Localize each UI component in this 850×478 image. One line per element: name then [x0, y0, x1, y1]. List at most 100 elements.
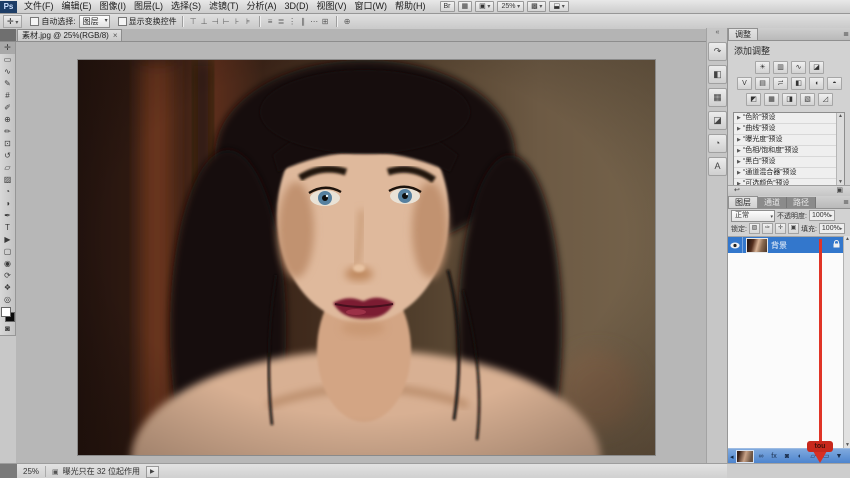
3d-orbit-tool-button[interactable]: ⟳	[0, 270, 15, 282]
fill-value[interactable]: 100%	[819, 223, 845, 234]
lock-all-icon[interactable]: ▣	[788, 223, 799, 234]
zoom-tool-button[interactable]: ◎	[0, 294, 15, 306]
lock-image-pixels-icon[interactable]: ✑	[762, 223, 773, 234]
launch-bridge-button[interactable]: Br	[440, 1, 455, 12]
menu-layer[interactable]: 图层(L)	[130, 0, 167, 13]
swatches-panel-icon[interactable]: ▦	[708, 88, 727, 107]
distribute-top-button[interactable]: ≡	[265, 17, 276, 26]
curves-icon[interactable]: ∿	[791, 61, 806, 74]
menu-edit[interactable]: 编辑(E)	[58, 0, 96, 13]
auto-select-checkbox[interactable]: 自动选择:	[30, 16, 75, 27]
return-arrow-icon[interactable]: ↩	[734, 187, 740, 194]
checkbox-icon[interactable]	[30, 17, 39, 26]
arrange-documents-button[interactable]: ▣	[475, 1, 494, 12]
distribute-bottom-button[interactable]: ⋮	[287, 17, 298, 26]
clone-stamp-tool-button[interactable]: ⊡	[0, 138, 15, 150]
align-top-button[interactable]: ⊤	[188, 17, 199, 26]
rectangle-tool-button[interactable]: ▢	[0, 246, 15, 258]
align-bottom-button[interactable]: ⊣	[210, 17, 221, 26]
menu-select[interactable]: 选择(S)	[167, 0, 205, 13]
menu-window[interactable]: 窗口(W)	[351, 0, 392, 13]
expand-triangle-icon[interactable]: ▶	[737, 170, 741, 176]
brightness-contrast-icon[interactable]: ☀	[755, 61, 770, 74]
expand-triangle-icon[interactable]: ▶	[737, 126, 741, 132]
panel-menu-icon[interactable]: ≣	[843, 198, 849, 206]
auto-select-scope-dropdown[interactable]: 图层	[79, 15, 110, 28]
brush-tool-button[interactable]: ✏	[0, 126, 15, 138]
scroll-up-icon[interactable]: ▲	[837, 113, 844, 119]
close-tab-icon[interactable]: ×	[113, 30, 118, 41]
spot-healing-brush-tool-button[interactable]: ⊕	[0, 114, 15, 126]
3d-rotate-tool-button[interactable]: ◉	[0, 258, 15, 270]
workspace-button[interactable]: ⬓	[549, 1, 568, 12]
color-panel-icon[interactable]: ◧	[708, 65, 727, 84]
expand-dock-icon[interactable]: «	[707, 28, 728, 38]
layers-scrollbar[interactable]: ▲ ▼	[843, 236, 850, 448]
color-swatches[interactable]	[0, 306, 15, 323]
document-tab[interactable]: 素材.jpg @ 25%(RGB/8) ×	[17, 29, 122, 41]
preset-levels[interactable]: ▶“色阶”预设	[734, 113, 844, 124]
foreground-color-swatch[interactable]	[1, 307, 11, 317]
layer-row-background[interactable]: 背景	[728, 237, 844, 253]
menu-help[interactable]: 帮助(H)	[391, 0, 430, 13]
visibility-toggle[interactable]	[728, 237, 743, 253]
character-panel-icon[interactable]: A	[708, 157, 727, 176]
lock-transparent-pixels-icon[interactable]: ▨	[749, 223, 760, 234]
panel-menu-icon[interactable]: ≣	[843, 30, 849, 38]
layer-thumbnail[interactable]	[746, 238, 768, 253]
align-vertical-center-button[interactable]: ⊥	[199, 17, 210, 26]
invert-icon[interactable]: ◩	[746, 93, 761, 106]
menu-analysis[interactable]: 分析(A)	[243, 0, 281, 13]
eyedropper-tool-button[interactable]: ✐	[0, 102, 15, 114]
gradient-tool-button[interactable]: ▨	[0, 174, 15, 186]
rectangular-marquee-tool-button[interactable]: ▭	[0, 54, 15, 66]
distribute-right-button[interactable]: ⊞	[320, 17, 331, 26]
tab-paths[interactable]: 路径	[787, 197, 816, 208]
status-options-button[interactable]: ▶	[146, 466, 159, 478]
vibrance-icon[interactable]: V	[737, 77, 752, 90]
link-layers-icon[interactable]: ∞	[756, 450, 767, 463]
info-panel-icon[interactable]: ◔	[708, 134, 727, 153]
exposure-icon[interactable]: ◪	[809, 61, 824, 74]
channel-mixer-icon[interactable]: ◓	[827, 77, 842, 90]
quick-selection-tool-button[interactable]: ✎	[0, 78, 15, 90]
preset-hue-saturation[interactable]: ▶“色相/饱和度”预设	[734, 146, 844, 157]
add-layer-mask-icon[interactable]: ◙	[782, 450, 793, 463]
lasso-tool-button[interactable]: ∿	[0, 66, 15, 78]
menu-file[interactable]: 文件(F)	[20, 0, 58, 13]
tab-layers[interactable]: 图层	[728, 196, 758, 208]
tab-adjustments[interactable]: 调整	[728, 28, 758, 40]
menu-image[interactable]: 图像(I)	[96, 0, 131, 13]
zoom-level-button[interactable]: 25%	[497, 1, 524, 12]
distribute-center-button[interactable]: ⋯	[309, 17, 320, 26]
photo-filter-icon[interactable]: ◖	[809, 77, 824, 90]
zoom-percent-field[interactable]: 25%	[23, 467, 39, 476]
history-brush-tool-button[interactable]: ↺	[0, 150, 15, 162]
type-tool-button[interactable]: T	[0, 222, 15, 234]
canvas-area[interactable]	[16, 42, 706, 463]
auto-align-layers-button[interactable]: ⊕	[342, 17, 353, 26]
quick-mask-button[interactable]: ◙	[0, 323, 15, 335]
expand-triangle-icon[interactable]: ▶	[737, 137, 741, 143]
layer-name[interactable]: 背景	[771, 240, 787, 251]
expand-triangle-icon[interactable]: ▶	[737, 159, 741, 165]
footer-expander-icon[interactable]: ◂	[730, 453, 734, 461]
dodge-tool-button[interactable]: ◑	[0, 198, 15, 210]
photo-document[interactable]	[78, 60, 655, 455]
expand-triangle-icon[interactable]: ▶	[737, 115, 741, 121]
color-balance-icon[interactable]: ≓	[773, 77, 788, 90]
align-right-button[interactable]: ⊧	[243, 17, 254, 26]
hand-tool-button[interactable]: ❖	[0, 282, 15, 294]
presets-scrollbar[interactable]: ▲ ▼	[836, 113, 844, 185]
preset-black-white[interactable]: ▶“黑白”预设	[734, 157, 844, 168]
menu-view[interactable]: 视图(V)	[313, 0, 351, 13]
black-white-icon[interactable]: ◧	[791, 77, 806, 90]
posterize-icon[interactable]: ▦	[764, 93, 779, 106]
menu-3d[interactable]: 3D(D)	[281, 0, 313, 13]
crop-tool-button[interactable]: #	[0, 90, 15, 102]
styles-panel-icon[interactable]: ◪	[708, 111, 727, 130]
layer-style-icon[interactable]: fx	[769, 450, 780, 463]
levels-icon[interactable]: ▥	[773, 61, 788, 74]
hue-saturation-icon[interactable]: ▤	[755, 77, 770, 90]
distribute-vertical-button[interactable]: ≣	[276, 17, 287, 26]
